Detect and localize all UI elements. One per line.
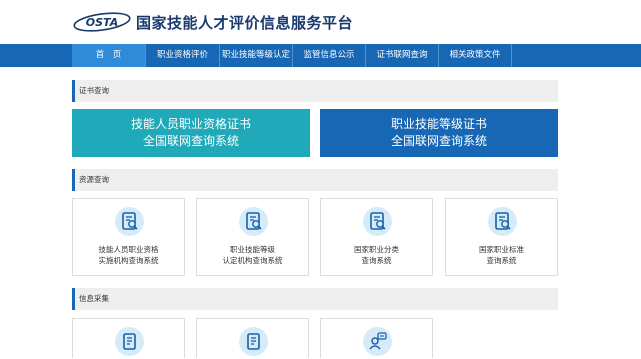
svg-text:OSTA: OSTA: [86, 16, 118, 29]
collection-card-2[interactable]: [196, 318, 309, 358]
nav-home[interactable]: 首 页: [72, 44, 145, 67]
document-icon: [239, 327, 268, 356]
resource-card-skill-level-agencies[interactable]: 职业技能等级 认定机构查询系统: [196, 198, 309, 276]
resource-card-occupation-classification[interactable]: 国家职业分类 查询系统: [320, 198, 433, 276]
section-title: 证书查询: [79, 86, 109, 95]
nav-certificate-query[interactable]: 证书联网查询: [366, 44, 438, 67]
nav-supervision[interactable]: 监管信息公示: [293, 44, 365, 67]
document-icon: [115, 327, 144, 356]
card-label: 职业技能等级 认定机构查询系统: [222, 245, 283, 265]
skill-level-cert-query-button[interactable]: 职业技能等级证书 全国联网查询系统: [320, 109, 558, 157]
vocational-cert-query-button[interactable]: 技能人员职业资格证书 全国联网查询系统: [72, 109, 310, 157]
resource-card-implementing-agencies[interactable]: 技能人员职业资格 实施机构查询系统: [72, 198, 185, 276]
main-nav: 首 页 职业资格评价 职业技能等级认定 监管信息公示 证书联网查询 相关政策文件: [0, 44, 641, 67]
certificate-search-icon: [488, 207, 517, 236]
card-label: 国家职业分类 查询系统: [354, 245, 399, 265]
osta-logo[interactable]: OSTA: [72, 11, 132, 33]
certificate-search-icon: [239, 207, 268, 236]
user-chat-icon: [363, 327, 392, 356]
card-label: 技能人员职业资格 实施机构查询系统: [98, 245, 159, 265]
button-line1: 职业技能等级证书: [390, 117, 487, 131]
button-line2: 全国联网查询系统: [390, 134, 487, 148]
certificate-search-icon: [115, 207, 144, 236]
certificate-search-icon: [363, 207, 392, 236]
card-label: 国家职业标准 查询系统: [479, 245, 524, 265]
button-line1: 技能人员职业资格证书: [130, 117, 251, 131]
header: OSTA 国家技能人才评价信息服务平台: [0, 0, 641, 44]
section-resource-query: 资源查询: [72, 169, 558, 191]
section-title: 资源查询: [79, 175, 109, 184]
site-title: 国家技能人才评价信息服务平台: [136, 14, 354, 32]
button-line2: 全国联网查询系统: [142, 134, 239, 148]
resource-card-occupation-standard[interactable]: 国家职业标准 查询系统: [445, 198, 558, 276]
nav-skill-level[interactable]: 职业技能等级认定: [220, 44, 292, 67]
section-title: 信息采集: [79, 294, 109, 303]
section-certificate-query: 证书查询: [72, 80, 558, 102]
nav-vocational-qualification[interactable]: 职业资格评价: [146, 44, 219, 67]
section-info-collection: 信息采集: [72, 288, 558, 310]
nav-policy-files[interactable]: 相关政策文件: [439, 44, 511, 67]
collection-card-3[interactable]: [320, 318, 433, 358]
collection-card-1[interactable]: [72, 318, 185, 358]
